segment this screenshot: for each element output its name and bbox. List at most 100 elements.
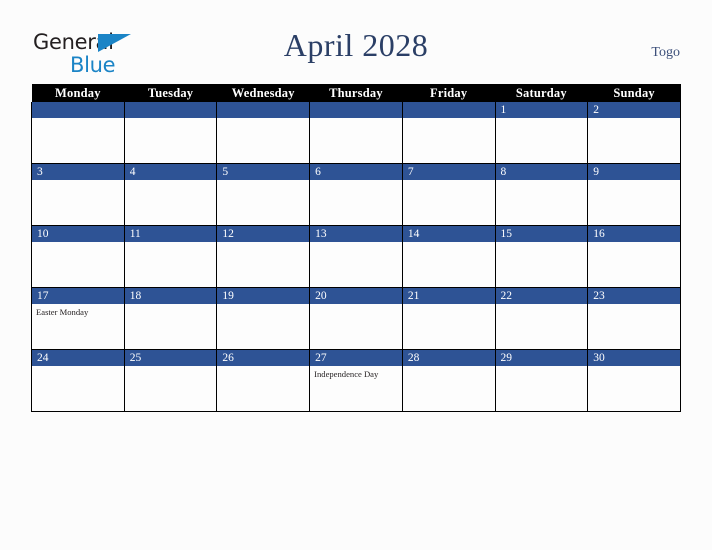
day-events — [588, 366, 680, 369]
calendar-day-cell[interactable]: 19 — [216, 287, 311, 350]
calendar-day-cell[interactable]: 1 — [494, 102, 589, 164]
calendar-day-cell[interactable]: 5 — [216, 163, 311, 226]
calendar-day-cell[interactable]: 27 Independence Day — [309, 349, 403, 412]
day-events — [125, 366, 217, 369]
day-events — [32, 118, 124, 121]
day-events — [125, 242, 217, 245]
calendar-day-cell[interactable]: 30 — [587, 349, 681, 412]
day-events — [32, 180, 124, 183]
calendar-day-cell[interactable]: 28 — [401, 349, 496, 412]
calendar-week-row: 3456789 — [31, 163, 681, 226]
day-number: 16 — [588, 226, 680, 242]
day-number: 6 — [310, 164, 402, 180]
day-events — [125, 180, 217, 183]
day-number: 24 — [32, 350, 124, 366]
calendar-week-row: 24 25 26 27 Independence Day 28 29 30 — [31, 349, 681, 412]
calendar-day-cell[interactable]: 7 — [401, 163, 496, 226]
day-number: 21 — [402, 288, 495, 304]
weekday-header-thursday: Thursday — [309, 84, 403, 102]
calendar-body: 1 2 3 4 5 6 7 8 9 10 11 12 13 14 15 16 17 Easter Monday 18… — [31, 102, 681, 412]
weekday-header-wednesday: Wednesday — [216, 84, 310, 102]
day-events — [310, 118, 402, 121]
day-number: 5 — [217, 164, 310, 180]
day-number: 17 — [32, 288, 124, 304]
weekday-header-row: Monday Tuesday Wednesday Thursday Friday… — [31, 84, 681, 102]
weekday-header-sunday: Sunday — [587, 84, 681, 102]
calendar-day-cell[interactable]: 25 — [123, 349, 218, 412]
calendar-day-cell[interactable]: 14 — [401, 225, 496, 288]
day-number: 3 — [32, 164, 124, 180]
day-number: 30 — [588, 350, 680, 366]
day-events — [496, 304, 588, 307]
day-events — [217, 118, 309, 121]
calendar-day-cell[interactable]: 13 — [309, 225, 403, 288]
calendar-page: General Blue April 2028 Togo Monday Tues… — [0, 0, 712, 550]
calendar-day-cell[interactable]: 26 — [216, 349, 311, 412]
calendar-day-cell[interactable]: 11 — [123, 225, 218, 288]
calendar-day-cell[interactable]: 6 — [309, 163, 403, 226]
calendar-day-cell[interactable]: 24 — [31, 349, 125, 412]
calendar-day-cell[interactable]: 22 — [494, 287, 589, 350]
calendar-day-cell[interactable]: 4 — [123, 163, 218, 226]
day-events — [125, 304, 217, 307]
day-number: 10 — [32, 226, 124, 242]
day-events — [125, 118, 217, 121]
calendar-day-cell[interactable] — [216, 102, 311, 164]
day-events — [403, 304, 495, 307]
holiday-label: Easter Monday — [36, 307, 89, 317]
day-events — [217, 366, 309, 369]
calendar-week-row: 17 Easter Monday 18 19 20 21 22 23 — [31, 287, 681, 350]
calendar-day-cell[interactable] — [31, 102, 125, 164]
calendar-day-cell[interactable]: 18 — [123, 287, 218, 350]
day-number: 29 — [495, 350, 588, 366]
day-number — [402, 102, 495, 118]
day-events — [217, 180, 309, 183]
calendar-day-cell[interactable]: 8 — [494, 163, 589, 226]
day-events — [588, 180, 680, 183]
calendar-day-cell[interactable]: 12 — [216, 225, 311, 288]
day-number: 8 — [495, 164, 588, 180]
day-events: Independence Day — [310, 366, 402, 380]
page-header: General Blue April 2028 Togo — [0, 0, 712, 84]
calendar-day-cell[interactable]: 2 — [587, 102, 681, 164]
day-events — [496, 180, 588, 183]
day-number: 27 — [310, 350, 402, 366]
day-number: 23 — [588, 288, 680, 304]
calendar-day-cell[interactable] — [123, 102, 218, 164]
calendar-day-cell[interactable]: 20 — [309, 287, 403, 350]
day-events — [403, 118, 495, 121]
calendar-day-cell[interactable]: 9 — [587, 163, 681, 226]
day-events — [588, 304, 680, 307]
weekday-header-tuesday: Tuesday — [124, 84, 217, 102]
day-number — [310, 102, 402, 118]
calendar-day-cell[interactable]: 16 — [587, 225, 681, 288]
day-events — [310, 304, 402, 307]
calendar-day-cell[interactable]: 10 — [31, 225, 125, 288]
day-events — [217, 304, 309, 307]
calendar-day-cell[interactable]: 23 — [587, 287, 681, 350]
day-number: 2 — [588, 102, 680, 118]
calendar-day-cell[interactable] — [309, 102, 403, 164]
day-events — [403, 366, 495, 369]
holiday-label: Independence Day — [314, 369, 379, 379]
day-events — [217, 242, 309, 245]
day-number: 7 — [402, 164, 495, 180]
day-number: 11 — [124, 226, 217, 242]
day-number: 14 — [402, 226, 495, 242]
calendar-day-cell[interactable]: 17 Easter Monday — [31, 287, 125, 350]
calendar-day-cell[interactable] — [401, 102, 496, 164]
day-number: 28 — [402, 350, 495, 366]
calendar-day-cell[interactable]: 21 — [401, 287, 496, 350]
day-events — [496, 118, 588, 121]
weekday-header-friday: Friday — [402, 84, 496, 102]
day-events — [32, 366, 124, 369]
calendar-day-cell[interactable]: 29 — [494, 349, 589, 412]
day-number: 18 — [124, 288, 217, 304]
day-events — [310, 180, 402, 183]
day-number: 1 — [495, 102, 588, 118]
day-events — [496, 242, 588, 245]
calendar-day-cell[interactable]: 3 — [31, 163, 125, 226]
calendar-day-cell[interactable]: 15 — [494, 225, 589, 288]
day-events — [588, 118, 680, 121]
day-number: 4 — [124, 164, 217, 180]
